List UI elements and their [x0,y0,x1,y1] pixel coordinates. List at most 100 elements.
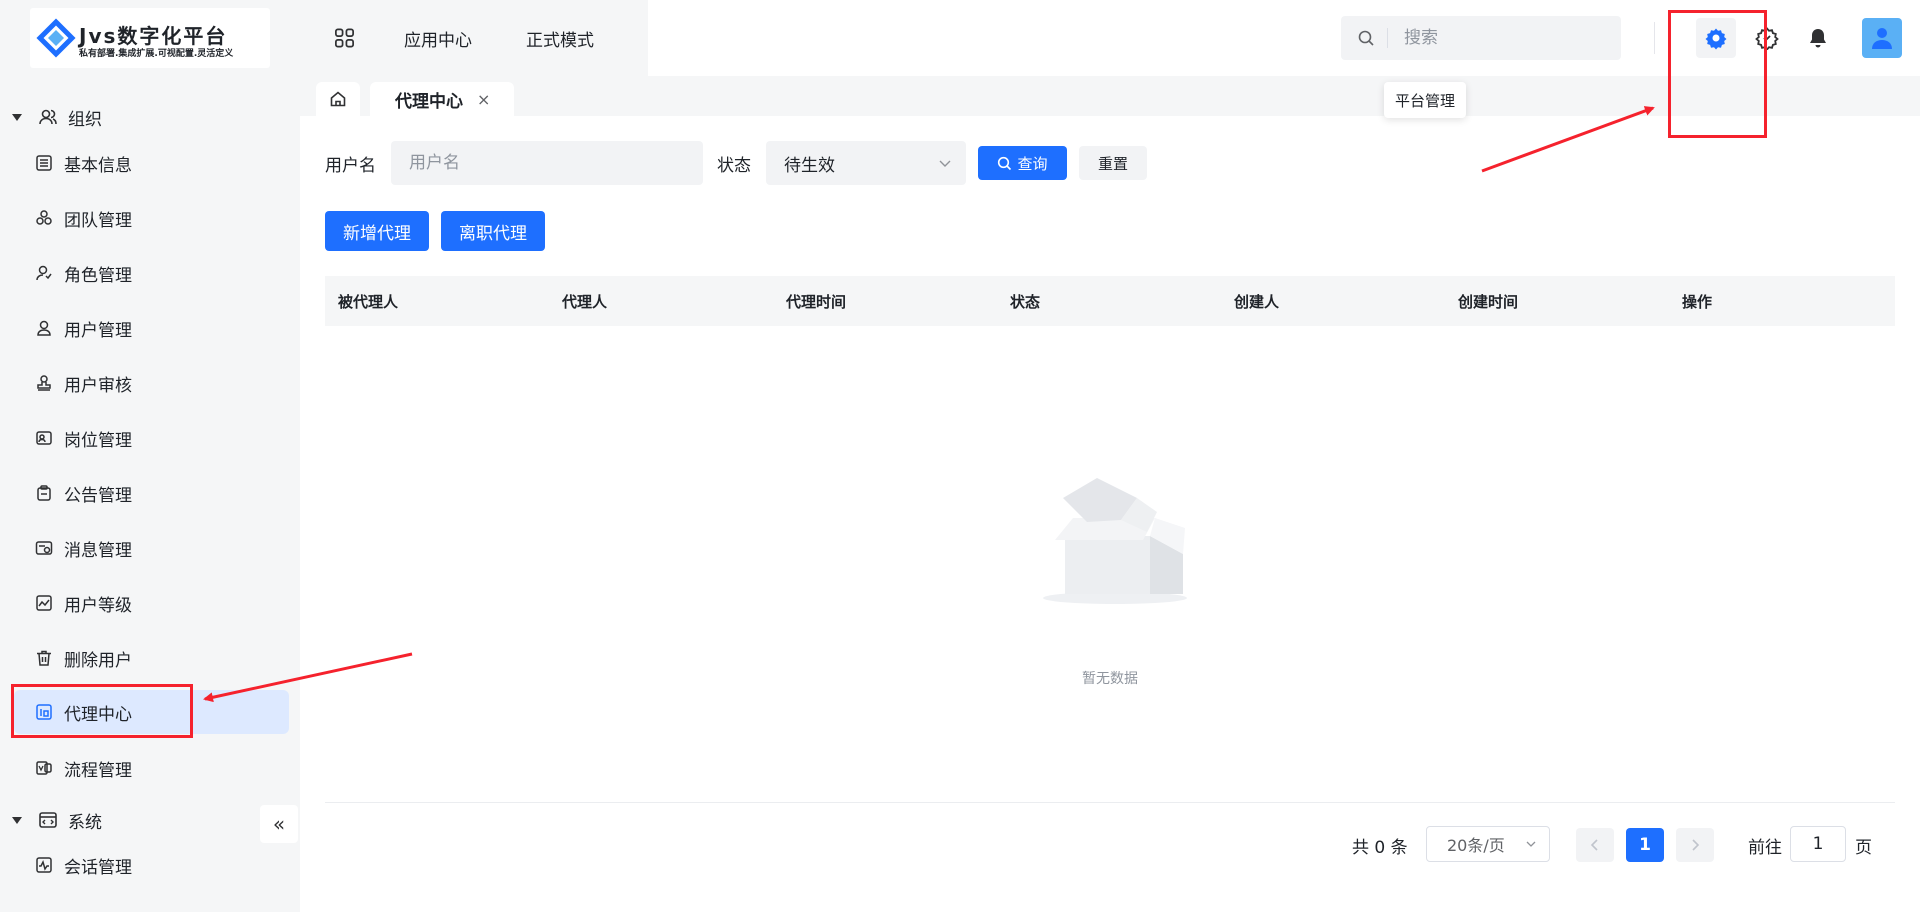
sidebar-item-agent-center[interactable]: 代理中心 [14,690,289,734]
sidebar-item-label: 用户等级 [64,595,132,616]
logo[interactable]: Jvs数字化平台 私有部署.集成扩展.可视配置.灵活定义 [30,8,270,68]
chevron-left-icon [1590,839,1598,851]
search-box[interactable] [1341,16,1621,60]
sidebar-item-flow[interactable]: 流程管理 [14,746,289,790]
query-button[interactable]: 查询 [978,146,1067,180]
user-icon [34,318,54,338]
prev-page-button[interactable] [1576,828,1614,862]
sidebar-item-label: 公告管理 [64,485,132,506]
tab-bar: 代理中心 × [300,76,1920,116]
resign-agent-button[interactable]: 离职代理 [441,211,545,251]
query-button-label: 查询 [1017,154,1048,173]
close-icon[interactable]: × [477,90,490,109]
tab-label: 代理中心 [395,91,463,112]
sidebar-item-user-level[interactable]: 用户等级 [14,581,289,625]
top-nav: 应用中心 正式模式 [300,0,648,76]
id-card-icon [34,428,54,448]
add-agent-button[interactable]: 新增代理 [325,211,429,251]
filter-bar: 用户名 状态 待生效 查询 重置 [325,141,1147,185]
message-icon [34,538,54,558]
grid-icon[interactable] [333,26,356,50]
sidebar-item-label: 用户管理 [64,320,132,341]
caret-down-icon [12,816,22,824]
agent-icon [34,702,54,722]
sidebar-group-label: 系统 [68,812,102,833]
page-number-button[interactable]: 1 [1626,828,1664,862]
pagination-total: 共 0 条 [1352,838,1408,858]
status-select[interactable]: 待生效 [766,141,966,185]
role-icon [34,263,54,283]
avatar[interactable] [1862,18,1902,58]
page-size-select[interactable]: 20条/页 [1426,826,1550,862]
chevron-down-icon [939,160,951,167]
username-input[interactable] [391,141,703,185]
formal-mode-link[interactable]: 正式模式 [526,26,594,51]
sidebar-item-notice[interactable]: 公告管理 [14,471,289,515]
column-header[interactable]: 操作 [1669,291,1893,312]
platform-settings-button[interactable] [1696,18,1736,58]
tooltip-platform-management: 平台管理 [1384,82,1466,118]
sidebar: Jvs数字化平台 私有部署.集成扩展.可视配置.灵活定义 组织 基本信息 团队管… [0,0,301,912]
list-icon [34,153,54,173]
sidebar-item-label: 消息管理 [64,540,132,561]
sidebar-item-role[interactable]: 角色管理 [14,251,289,295]
search-input[interactable] [1402,27,1606,49]
tab-agent-center[interactable]: 代理中心 × [370,82,514,116]
settings-button[interactable] [1747,18,1787,58]
column-header[interactable]: 状态 [997,291,1221,312]
sidebar-item-label: 角色管理 [64,265,132,286]
sidebar-item-team[interactable]: 团队管理 [14,196,289,240]
sidebar-item-message[interactable]: 消息管理 [14,526,289,570]
app-center-link[interactable]: 应用中心 [404,26,472,51]
sidebar-item-user[interactable]: 用户管理 [14,306,289,350]
user-avatar-icon [1872,28,1892,49]
sidebar-item-label: 代理中心 [64,704,132,725]
sidebar-group-org[interactable]: 组织 [12,102,102,132]
caret-down-icon [12,113,22,121]
column-header[interactable]: 创建人 [1221,291,1445,312]
column-header[interactable]: 代理时间 [773,291,997,312]
settings-icon [1755,27,1779,50]
column-header[interactable]: 代理人 [549,291,773,312]
sidebar-item-basic-info[interactable]: 基本信息 [14,141,289,185]
next-page-button[interactable] [1676,828,1714,862]
username-label: 用户名 [325,155,376,176]
tab-home[interactable] [316,82,360,116]
toolbar-divider [1654,22,1655,54]
flow-icon [34,758,54,778]
column-header[interactable]: 被代理人 [325,291,549,312]
top-bar: 应用中心 正式模式 [300,0,1920,76]
chart-icon [34,593,54,613]
notifications-button[interactable] [1798,18,1838,58]
reset-button[interactable]: 重置 [1079,146,1147,180]
action-bar: 新增代理 离职代理 [325,211,557,251]
goto-label: 前往 [1748,838,1782,858]
logo-title: Jvs数字化平台 [79,24,228,48]
clipboard-icon [34,483,54,503]
gear-icon [1705,28,1727,50]
column-header[interactable]: 创建时间 [1445,291,1669,312]
status-select-value: 待生效 [784,155,835,176]
chevron-right-icon [1692,839,1700,851]
sidebar-group-label: 组织 [68,109,102,130]
sidebar-item-position[interactable]: 岗位管理 [14,416,289,460]
team-icon [34,208,54,228]
sidebar-item-user-review[interactable]: 用户审核 [14,361,289,405]
stamp-icon [34,373,54,393]
sidebar-item-label: 用户审核 [64,375,132,396]
sidebar-item-session[interactable]: 会话管理 [14,843,289,887]
search-icon [998,156,1012,170]
bell-icon [1810,29,1826,48]
empty-state-text: 暂无数据 [1082,671,1138,687]
page-size-value: 20条/页 [1447,836,1505,855]
sidebar-item-delete-user[interactable]: 删除用户 [14,636,289,680]
divider [325,802,1895,803]
sidebar-group-system[interactable]: 系统 [12,805,102,835]
collapse-sidebar-button[interactable]: « [260,805,298,843]
goto-page-input[interactable] [1790,826,1846,862]
sidebar-item-label: 基本信息 [64,155,132,176]
table-header: 被代理人 代理人 代理时间 状态 创建人 创建时间 操作 [325,276,1895,326]
session-icon [34,855,54,875]
logo-icon [36,18,76,58]
status-label: 状态 [717,155,751,176]
